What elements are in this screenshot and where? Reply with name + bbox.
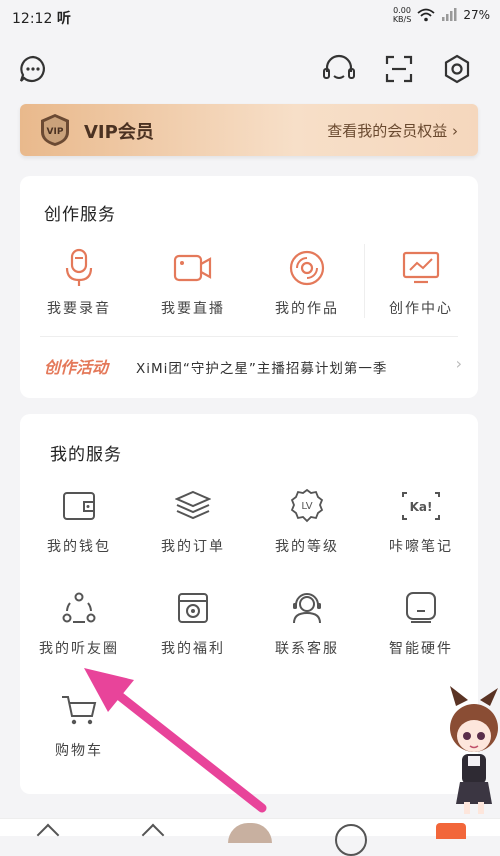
level-badge-icon: LV (285, 486, 329, 526)
creation-center-button[interactable]: 创作中心 (366, 248, 476, 318)
mascot-catgirl-icon (446, 686, 500, 816)
friends-circle-button[interactable]: 我的听友圈 (24, 588, 134, 658)
signal-icon (442, 8, 457, 21)
activity-tag[interactable]: 创作活动 (44, 354, 108, 378)
customer-service-icon (285, 588, 329, 628)
battery-level: 27% (463, 8, 490, 22)
creation-divider (364, 244, 365, 318)
ka-note-button[interactable]: Ka! 咔嚓笔记 (366, 486, 476, 556)
wallet-icon (57, 486, 101, 526)
home-icon[interactable] (36, 823, 60, 847)
disc-icon (285, 248, 329, 288)
message-icon[interactable] (16, 52, 50, 86)
cart-icon (57, 690, 101, 730)
discover-icon[interactable] (141, 823, 165, 847)
ka-note-icon: Ka! (399, 486, 443, 526)
friends-circle-icon (57, 588, 101, 628)
creation-title: 创作服务 (44, 205, 116, 225)
creation-divider-h (40, 336, 458, 337)
status-right: 0.00 KB/S 27% (393, 6, 490, 24)
activity-arrow-icon[interactable]: › (456, 354, 462, 373)
vip-banner[interactable]: VIP VIP会员 查看我的会员权益 › (20, 104, 478, 156)
circle-icon[interactable] (335, 824, 367, 856)
video-camera-icon (171, 248, 215, 288)
level-button[interactable]: LV 我的等级 (252, 486, 362, 556)
orders-button[interactable]: 我的订单 (138, 486, 248, 556)
vip-benefits-link[interactable]: 查看我的会员权益 › (327, 120, 458, 141)
live-button[interactable]: 我要直播 (138, 248, 248, 318)
smart-device-icon (399, 588, 443, 628)
settings-icon[interactable] (440, 52, 474, 86)
gift-box-icon (171, 588, 215, 628)
chart-screen-icon (399, 248, 443, 288)
wallet-button[interactable]: 我的钱包 (24, 486, 134, 556)
services-card: 我的服务 我的钱包 我的订单 LV 我的等级 Ka! 咔嚓笔记 我的听友圈 我的… (20, 414, 478, 794)
layers-icon (171, 486, 215, 526)
record-button[interactable]: 我要录音 (24, 248, 134, 318)
microphone-icon (57, 248, 101, 288)
bottom-nav (0, 818, 500, 856)
svg-text:Ka!: Ka! (410, 500, 433, 514)
creation-card: 创作服务 我要录音 我要直播 我的作品 创作中心 创作活动 XiMi团“守护之星… (20, 176, 478, 398)
wifi-icon (417, 8, 435, 22)
svg-text:VIP: VIP (47, 127, 64, 137)
vip-title: VIP会员 (84, 122, 154, 143)
mine-icon[interactable] (436, 823, 466, 839)
customer-service-button[interactable]: 联系客服 (252, 588, 362, 658)
smart-hardware-button[interactable]: 智能硬件 (366, 588, 476, 658)
welfare-button[interactable]: 我的福利 (138, 588, 248, 658)
svg-text:LV: LV (301, 501, 312, 512)
services-title: 我的服务 (50, 445, 122, 465)
cart-button[interactable]: 购物车 (24, 690, 134, 760)
scan-icon[interactable] (382, 52, 416, 86)
activity-text[interactable]: XiMi团“守护之星”主播招募计划第一季 (136, 357, 387, 377)
network-speed: 0.00 KB/S (392, 6, 412, 24)
status-time: 12:12 听 (12, 11, 71, 27)
my-works-button[interactable]: 我的作品 (252, 248, 362, 318)
status-bar: 12:12 听 0.00 KB/S 27% (0, 0, 500, 36)
headset-icon[interactable] (322, 52, 356, 86)
vip-badge-icon: VIP (38, 112, 72, 148)
play-icon[interactable] (228, 823, 272, 843)
